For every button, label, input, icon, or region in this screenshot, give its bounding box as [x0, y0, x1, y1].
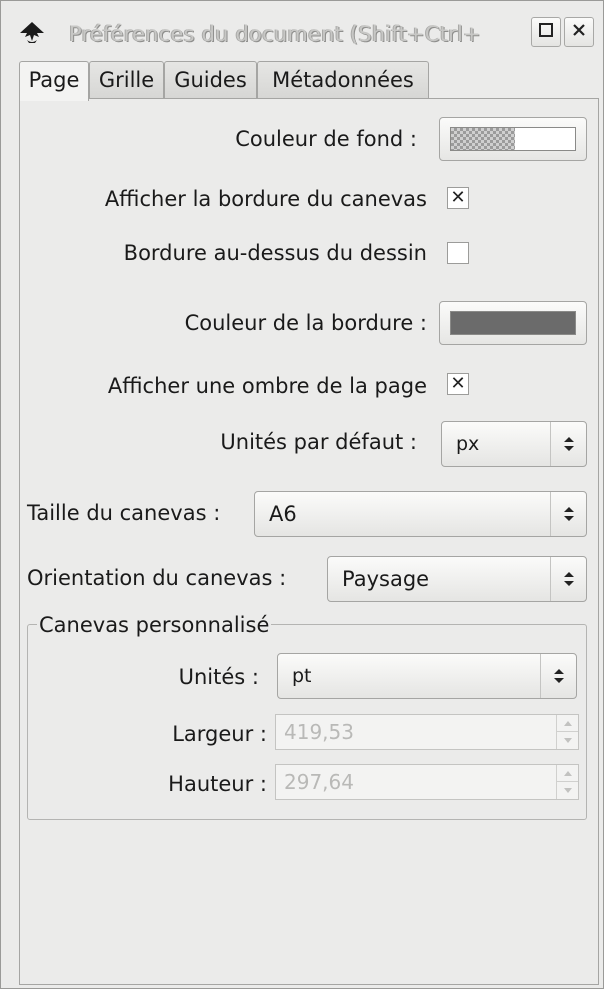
- spin-down-icon[interactable]: [557, 732, 578, 749]
- title-bar[interactable]: Préférences du document (Shift+Ctrl+: [1, 1, 603, 63]
- show-page-shadow-checkbox[interactable]: ✕: [447, 373, 469, 395]
- custom-canvas-title: Canevas personnalisé: [37, 611, 272, 639]
- spin-down-icon[interactable]: [557, 782, 578, 799]
- close-button[interactable]: [564, 17, 594, 47]
- show-canvas-border-checkbox[interactable]: ✕: [447, 187, 469, 209]
- inkscape-logo-icon: [19, 21, 45, 45]
- canvas-orientation-label: Orientation du canevas :: [27, 566, 287, 590]
- maximize-button[interactable]: [531, 17, 561, 47]
- width-spinbox[interactable]: 419,53: [275, 714, 579, 750]
- canvas-orientation-value: Paysage: [342, 567, 430, 591]
- background-color-swatch: [450, 127, 576, 151]
- height-spinbox[interactable]: 297,64: [275, 764, 579, 800]
- border-color-label: Couleur de la bordure :: [184, 311, 427, 335]
- default-units-select[interactable]: px: [441, 421, 587, 467]
- default-units-value: px: [456, 433, 480, 455]
- canvas-orientation-select[interactable]: Paysage: [327, 556, 587, 602]
- canvas-size-value: A6: [269, 502, 297, 526]
- canvas-size-select[interactable]: A6: [254, 491, 587, 537]
- canvas-size-label: Taille du canevas :: [27, 501, 221, 525]
- border-on-top-label: Bordure au-dessus du dessin: [123, 241, 427, 265]
- default-units-label: Unités par défaut :: [220, 430, 417, 454]
- tab-metadonnees[interactable]: Métadonnées: [257, 61, 429, 99]
- show-page-shadow-label: Afficher une ombre de la page: [107, 374, 427, 398]
- select-arrows-icon: [550, 492, 586, 536]
- border-on-top-checkbox[interactable]: [447, 242, 469, 264]
- tab-grille[interactable]: Grille: [89, 61, 164, 99]
- show-canvas-border-label: Afficher la bordure du canevas: [104, 187, 427, 211]
- border-color-button[interactable]: [439, 301, 587, 345]
- width-label: Largeur :: [172, 722, 267, 746]
- custom-units-select[interactable]: pt: [277, 653, 577, 699]
- spin-up-icon[interactable]: [557, 715, 578, 732]
- height-label: Hauteur :: [168, 772, 267, 796]
- close-icon: [571, 22, 587, 42]
- document-preferences-window: Préférences du document (Shift+Ctrl+ Pag…: [0, 0, 604, 989]
- background-color-label: Couleur de fond :: [235, 127, 417, 151]
- custom-units-value: pt: [292, 665, 312, 687]
- maximize-icon: [538, 22, 554, 42]
- tab-panel-page: [19, 98, 599, 985]
- tab-guides[interactable]: Guides: [164, 61, 257, 99]
- tab-page[interactable]: Page: [19, 61, 89, 101]
- spin-up-icon[interactable]: [557, 765, 578, 782]
- select-arrows-icon: [550, 422, 586, 466]
- border-color-swatch: [450, 311, 576, 335]
- background-color-button[interactable]: [439, 117, 587, 161]
- window-title: Préférences du document (Shift+Ctrl+: [69, 22, 481, 46]
- select-arrows-icon: [550, 557, 586, 601]
- height-value: 297,64: [284, 770, 354, 794]
- width-value: 419,53: [284, 720, 354, 744]
- select-arrows-icon: [540, 654, 576, 698]
- custom-units-label: Unités :: [178, 665, 259, 689]
